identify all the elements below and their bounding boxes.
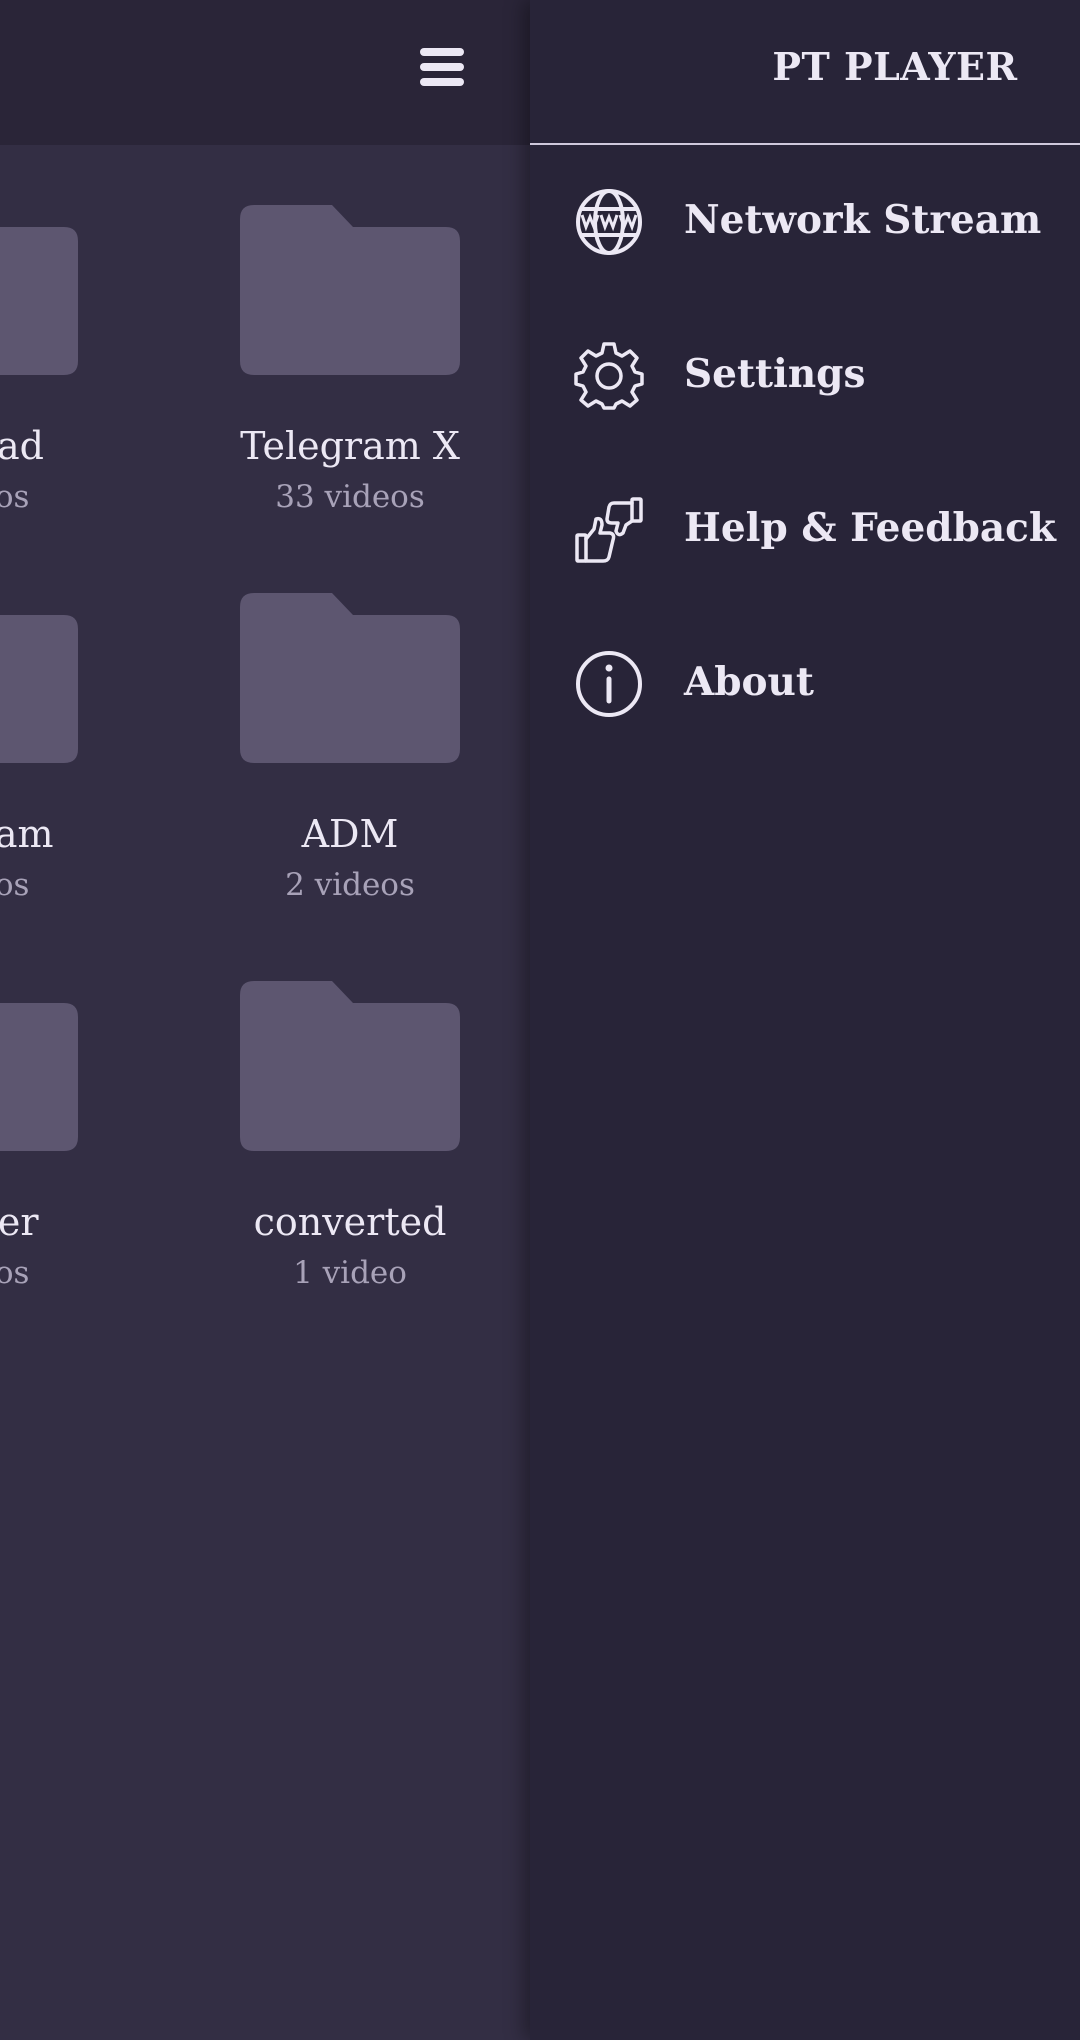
folder-name: load [0,424,44,468]
folder-item[interactable]: load eos [0,205,98,517]
folder-icon [240,593,460,763]
folder-video-count: eos [0,1255,30,1291]
globe-www-icon [574,187,644,257]
hamburger-menu-icon [420,48,464,86]
folder-video-count: 2 videos [285,867,415,903]
folder-name: ADM [301,812,399,856]
main-content: load eos Telegram X 33 videos gram eos [0,0,530,2040]
folder-item[interactable]: gram eos [0,593,98,905]
folder-video-count: eos [0,479,30,515]
folder-item[interactable]: tter eos [0,981,98,1293]
folder-icon [240,981,460,1151]
navigation-drawer: PT PLAYER Network Stream Settings Help &… [530,0,1080,2040]
drawer-item-settings[interactable]: Settings [530,299,1080,453]
folder-grid: load eos Telegram X 33 videos gram eos [0,145,530,2040]
drawer-item-label: Network Stream [684,197,1042,243]
folder-video-count: 33 videos [275,479,425,515]
main-toolbar [0,0,530,145]
drawer-item-about[interactable]: About [530,607,1080,761]
folder-icon [240,205,460,375]
thumbs-up-down-icon [574,495,644,565]
drawer-item-help-feedback[interactable]: Help & Feedback [530,453,1080,607]
drawer-header: PT PLAYER [530,0,1080,145]
folder-video-count: 1 video [293,1255,407,1291]
drawer-item-network-stream[interactable]: Network Stream [530,145,1080,299]
drawer-item-label: Help & Feedback [684,505,1056,551]
gear-icon [574,341,644,411]
folder-item[interactable]: Telegram X 33 videos [220,205,480,517]
folder-name: Telegram X [240,424,460,468]
folder-icon [0,227,78,375]
folder-name: gram [0,812,54,856]
folder-name: converted [253,1200,447,1244]
folder-name: tter [0,1200,39,1244]
folder-item[interactable]: converted 1 video [220,981,480,1293]
folder-item[interactable]: ADM 2 videos [220,593,480,905]
app-title: PT PLAYER [772,44,1018,89]
drawer-item-label: About [684,659,814,705]
folder-icon [0,615,78,763]
app-screen: load eos Telegram X 33 videos gram eos [0,0,1080,2040]
menu-button[interactable] [412,42,472,92]
folder-icon [0,1003,78,1151]
info-icon [574,649,644,719]
drawer-item-label: Settings [684,351,866,397]
folder-video-count: eos [0,867,30,903]
